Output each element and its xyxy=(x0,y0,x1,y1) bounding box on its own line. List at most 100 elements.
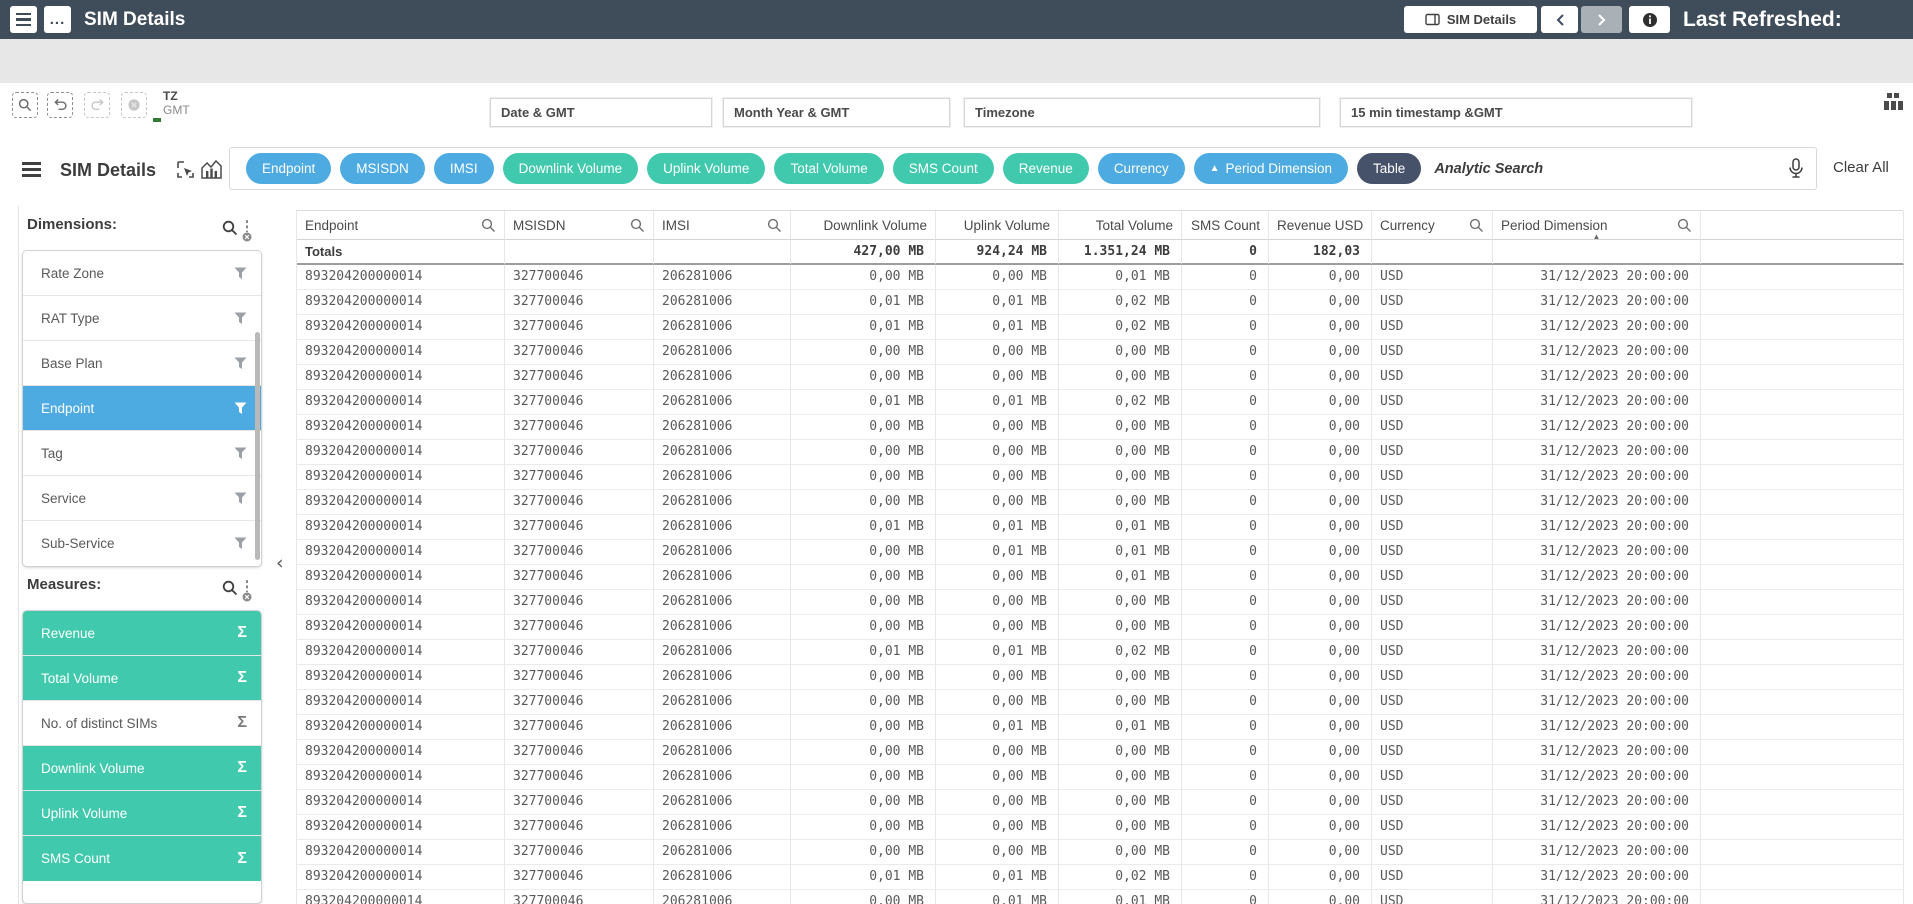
cell-total[interactable]: 0,00 MB xyxy=(1059,415,1182,440)
cell-imsi[interactable]: 206281006 xyxy=(654,640,791,665)
cell-msisdn[interactable]: 327700046 xyxy=(505,490,654,515)
dimension-item-rat-type[interactable]: RAT Type xyxy=(23,296,261,341)
cell-sms[interactable]: 0 xyxy=(1182,390,1269,415)
cell-endpoint[interactable]: 893204200000014 xyxy=(297,490,505,515)
cell-sms[interactable]: 0 xyxy=(1182,665,1269,690)
cell-sms[interactable]: 0 xyxy=(1182,365,1269,390)
cell-imsi[interactable]: 206281006 xyxy=(654,765,791,790)
cell-currency[interactable]: USD xyxy=(1372,815,1493,840)
dimension-item-base-plan[interactable]: Base Plan xyxy=(23,341,261,386)
cell-imsi[interactable]: 206281006 xyxy=(654,290,791,315)
cell-currency[interactable]: USD xyxy=(1372,665,1493,690)
cell-msisdn[interactable]: 327700046 xyxy=(505,640,654,665)
cell-total[interactable]: 0,01 MB xyxy=(1059,565,1182,590)
cell-period[interactable]: 31/12/2023 20:00:00 xyxy=(1493,640,1701,665)
cell-downlink[interactable]: 0,00 MB xyxy=(791,565,936,590)
cell-sms[interactable]: 0 xyxy=(1182,615,1269,640)
cell-currency[interactable]: USD xyxy=(1372,515,1493,540)
cell-uplink[interactable]: 0,00 MB xyxy=(936,415,1059,440)
cell-total[interactable]: 0,00 MB xyxy=(1059,690,1182,715)
cell-sms[interactable]: 0 xyxy=(1182,490,1269,515)
cell-uplink[interactable]: 0,00 MB xyxy=(936,565,1059,590)
cell-imsi[interactable]: 206281006 xyxy=(654,265,791,290)
cell-msisdn[interactable]: 327700046 xyxy=(505,765,654,790)
cell-revenue[interactable]: 0,00 xyxy=(1269,290,1372,315)
cell-msisdn[interactable]: 327700046 xyxy=(505,340,654,365)
cell-imsi[interactable]: 206281006 xyxy=(654,390,791,415)
cell-revenue[interactable]: 0,00 xyxy=(1269,815,1372,840)
cell-endpoint[interactable]: 893204200000014 xyxy=(297,515,505,540)
search-chip-msisdn[interactable]: MSISDN xyxy=(340,153,425,184)
cell-currency[interactable]: USD xyxy=(1372,315,1493,340)
cell-msisdn[interactable]: 327700046 xyxy=(505,615,654,640)
cell-uplink[interactable]: 0,00 MB xyxy=(936,765,1059,790)
measures-clear-icon[interactable] xyxy=(246,581,248,599)
cell-revenue[interactable]: 0,00 xyxy=(1269,490,1372,515)
cell-uplink[interactable]: 0,01 MB xyxy=(936,865,1059,890)
cell-downlink[interactable]: 0,00 MB xyxy=(791,665,936,690)
cell-endpoint[interactable]: 893204200000014 xyxy=(297,415,505,440)
cell-period[interactable]: 31/12/2023 20:00:00 xyxy=(1493,540,1701,565)
filter-box-3[interactable]: Timezone xyxy=(964,98,1320,127)
cell-msisdn[interactable]: 327700046 xyxy=(505,365,654,390)
cell-msisdn[interactable]: 327700046 xyxy=(505,390,654,415)
selections-tool-icon[interactable] xyxy=(176,160,195,179)
search-chip-revenue[interactable]: Revenue xyxy=(1003,153,1089,184)
cell-endpoint[interactable]: 893204200000014 xyxy=(297,865,505,890)
cell-total[interactable]: 0,02 MB xyxy=(1059,315,1182,340)
search-chip-uplink-volume[interactable]: Uplink Volume xyxy=(647,153,765,184)
column-header-sms[interactable]: SMS Count xyxy=(1182,211,1269,240)
cell-sms[interactable]: 0 xyxy=(1182,340,1269,365)
cell-endpoint[interactable]: 893204200000014 xyxy=(297,690,505,715)
cell-sms[interactable]: 0 xyxy=(1182,765,1269,790)
cell-uplink[interactable]: 0,00 MB xyxy=(936,790,1059,815)
measure-item-revenue[interactable]: RevenueΣ xyxy=(23,611,261,656)
cell-downlink[interactable]: 0,00 MB xyxy=(791,590,936,615)
measure-item-sms-count[interactable]: SMS CountΣ xyxy=(23,836,261,881)
cell-period[interactable]: 31/12/2023 20:00:00 xyxy=(1493,415,1701,440)
search-icon[interactable] xyxy=(630,218,645,233)
cell-total[interactable]: 0,00 MB xyxy=(1059,740,1182,765)
cell-imsi[interactable]: 206281006 xyxy=(654,840,791,865)
cell-endpoint[interactable]: 893204200000014 xyxy=(297,440,505,465)
cell-endpoint[interactable]: 893204200000014 xyxy=(297,790,505,815)
cell-sms[interactable]: 0 xyxy=(1182,815,1269,840)
cell-endpoint[interactable]: 893204200000014 xyxy=(297,615,505,640)
cell-imsi[interactable]: 206281006 xyxy=(654,890,791,904)
smart-search-button[interactable] xyxy=(12,92,38,118)
cell-imsi[interactable]: 206281006 xyxy=(654,815,791,840)
cell-currency[interactable]: USD xyxy=(1372,840,1493,865)
cell-sms[interactable]: 0 xyxy=(1182,465,1269,490)
cell-revenue[interactable]: 0,00 xyxy=(1269,265,1372,290)
cell-msisdn[interactable]: 327700046 xyxy=(505,665,654,690)
search-chip-currency[interactable]: Currency xyxy=(1098,153,1185,184)
cell-downlink[interactable]: 0,00 MB xyxy=(791,690,936,715)
cell-downlink[interactable]: 0,00 MB xyxy=(791,265,936,290)
cell-sms[interactable]: 0 xyxy=(1182,515,1269,540)
cell-endpoint[interactable]: 893204200000014 xyxy=(297,315,505,340)
cell-revenue[interactable]: 0,00 xyxy=(1269,390,1372,415)
cell-total[interactable]: 0,00 MB xyxy=(1059,815,1182,840)
cell-endpoint[interactable]: 893204200000014 xyxy=(297,715,505,740)
cell-period[interactable]: 31/12/2023 20:00:00 xyxy=(1493,840,1701,865)
cell-period[interactable]: 31/12/2023 20:00:00 xyxy=(1493,440,1701,465)
search-chip-sms-count[interactable]: SMS Count xyxy=(893,153,994,184)
dimension-item-tag[interactable]: Tag xyxy=(23,431,261,476)
cell-period[interactable]: 31/12/2023 20:00:00 xyxy=(1493,740,1701,765)
cell-total[interactable]: 0,01 MB xyxy=(1059,515,1182,540)
cell-sms[interactable]: 0 xyxy=(1182,590,1269,615)
filter-box-2[interactable]: Month Year & GMT xyxy=(723,98,950,127)
measure-item-total-volume[interactable]: Total VolumeΣ xyxy=(23,656,261,701)
cell-imsi[interactable]: 206281006 xyxy=(654,690,791,715)
cell-period[interactable]: 31/12/2023 20:00:00 xyxy=(1493,490,1701,515)
cell-imsi[interactable]: 206281006 xyxy=(654,515,791,540)
cell-imsi[interactable]: 206281006 xyxy=(654,740,791,765)
cell-msisdn[interactable]: 327700046 xyxy=(505,840,654,865)
cell-revenue[interactable]: 0,00 xyxy=(1269,540,1372,565)
cell-uplink[interactable]: 0,00 MB xyxy=(936,465,1059,490)
column-header-msisdn[interactable]: MSISDN xyxy=(505,211,654,240)
search-chip-total-volume[interactable]: Total Volume xyxy=(774,153,883,184)
cell-revenue[interactable]: 0,00 xyxy=(1269,615,1372,640)
redo-selection-button[interactable] xyxy=(84,92,110,118)
cell-currency[interactable]: USD xyxy=(1372,415,1493,440)
